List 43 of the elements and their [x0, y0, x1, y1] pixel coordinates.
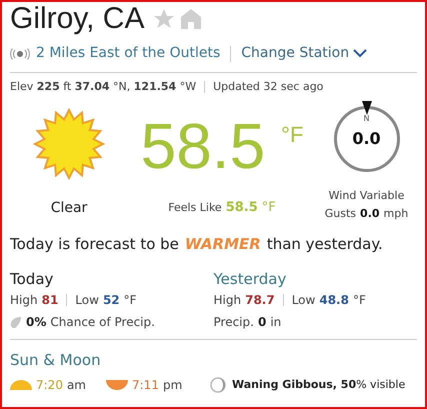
sunrise-suffix: am	[66, 377, 86, 394]
elevation-text: Elev 225 ft 37.04 °N, 121.54 °W	[10, 79, 196, 95]
wind-speed: 0.0	[352, 128, 381, 150]
updated-text: Updated 32 sec ago	[213, 79, 324, 95]
gusts-value: 0.0	[360, 206, 380, 222]
high-value: 81	[42, 292, 58, 309]
low-value: 48.8	[319, 292, 349, 309]
temperature-unit: °F	[281, 120, 304, 148]
sunrise-time: 7:20	[36, 377, 63, 394]
low-label: Low	[75, 292, 99, 309]
compass-north-label: N	[364, 112, 370, 124]
precip-unit: in	[270, 314, 282, 331]
feels-like-label: Feels Like	[168, 200, 222, 216]
feels-like-value: 58.5	[226, 198, 258, 216]
gusts-label: Gusts	[324, 206, 356, 222]
station-name[interactable]: 2 Miles East of the Outlets	[36, 43, 220, 64]
precip-label: Chance of Precip.	[50, 314, 155, 331]
gusts-unit: mph	[384, 206, 408, 222]
yesterday-title: Yesterday	[214, 269, 288, 289]
low-label: Low	[292, 292, 316, 309]
today-title: Today	[10, 269, 54, 289]
precip-value: 0	[258, 314, 266, 331]
unit-text: °F	[352, 292, 366, 309]
sunset-time: 7:11	[132, 377, 159, 394]
high-label: High	[10, 292, 38, 309]
condition-text: Clear	[50, 198, 88, 218]
feels-like-unit: °F	[262, 198, 276, 216]
wind-direction: Wind Variable	[328, 188, 404, 204]
unit-text: °F	[124, 292, 137, 309]
precip-value: 0%	[26, 314, 46, 331]
forecast-text: Today is forecast to be	[10, 234, 179, 254]
high-label: High	[214, 292, 242, 309]
sun-moon-title: Sun & Moon	[10, 351, 101, 369]
location-title: Gilroy, CA	[10, 4, 144, 34]
sunset-suffix: pm	[162, 377, 182, 394]
precip-label: Precip.	[214, 314, 254, 331]
moon-phase-text: Waning Gibbous, 50% visible	[232, 376, 406, 393]
high-value: 78.7	[245, 292, 275, 309]
low-value: 52	[102, 292, 120, 309]
forecast-text: than yesterday.	[266, 234, 383, 254]
forecast-highlight: WARMER	[184, 234, 261, 254]
temperature: 58.5	[140, 108, 266, 184]
change-station-button[interactable]: Change Station	[241, 43, 368, 64]
